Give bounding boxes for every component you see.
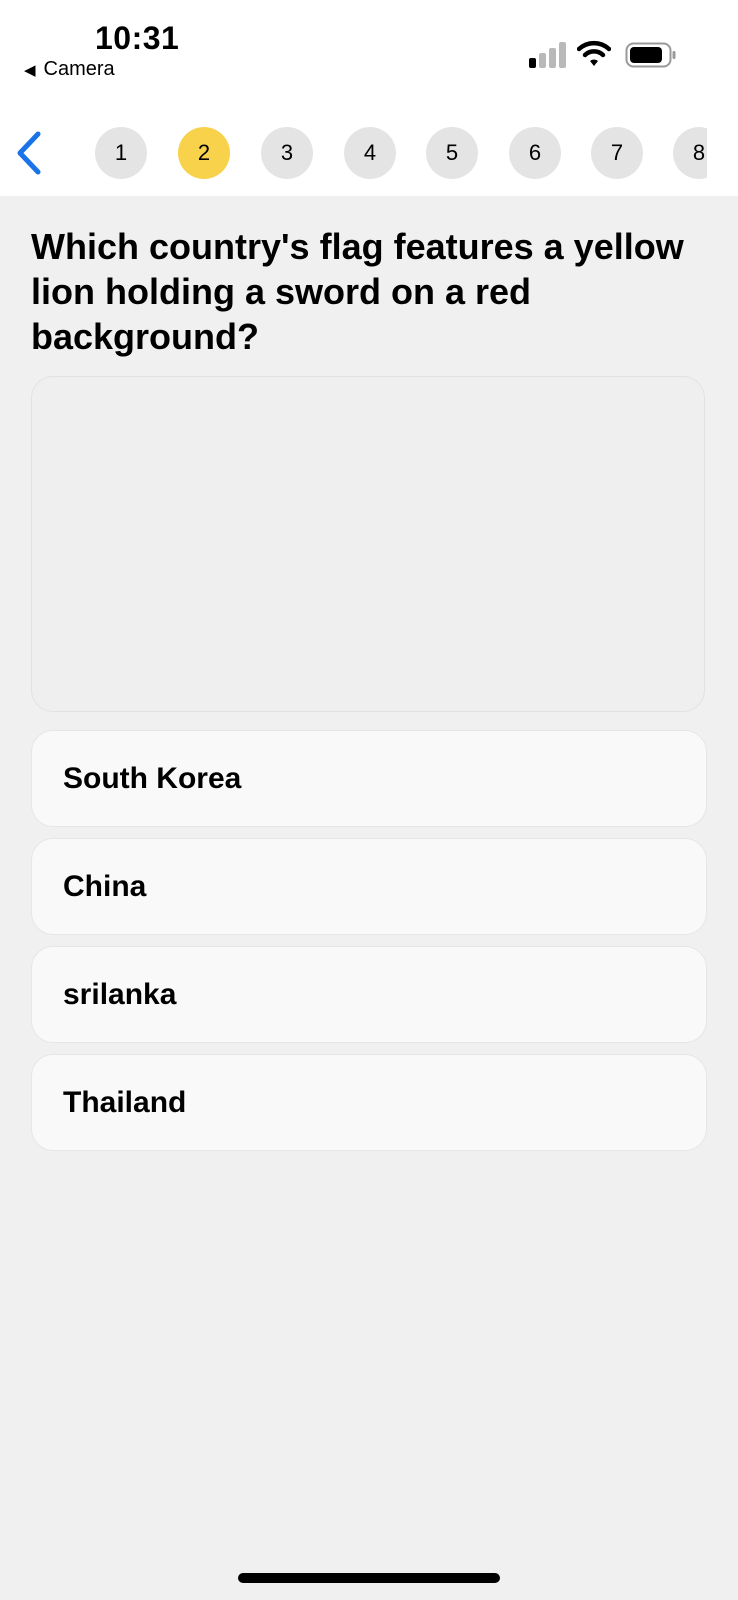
answer-option[interactable]: South Korea — [31, 730, 707, 827]
back-app-label: Camera — [43, 58, 115, 80]
status-time: 10:31 — [95, 20, 180, 56]
step-8-button[interactable]: 8 — [673, 127, 707, 179]
step-5-button[interactable]: 5 — [426, 127, 478, 179]
question-image-placeholder — [31, 376, 705, 712]
answer-option[interactable]: China — [31, 838, 707, 935]
home-indicator — [238, 1573, 500, 1583]
battery-icon — [625, 42, 676, 68]
step-7-button[interactable]: 7 — [591, 127, 643, 179]
step-3-button[interactable]: 3 — [261, 127, 313, 179]
chevron-left-icon[interactable] — [12, 130, 46, 176]
back-triangle-icon: ◀ — [24, 61, 36, 79]
question-text: Which country's flag features a yellow l… — [31, 226, 684, 357]
step-1-button[interactable]: 1 — [95, 127, 147, 179]
back-to-app-link[interactable]: ◀ Camera — [24, 58, 115, 81]
question-nav-bar: 1 2 3 4 5 6 7 8 — [0, 110, 738, 196]
step-4-button[interactable]: 4 — [344, 127, 396, 179]
question-step-list: 1 2 3 4 5 6 7 8 — [95, 127, 707, 181]
status-bar: 10:31 ◀ Camera — [0, 0, 738, 110]
wifi-icon — [577, 40, 611, 66]
step-2-button[interactable]: 2 — [178, 127, 230, 179]
signal-icon — [529, 42, 566, 68]
answer-option[interactable]: srilanka — [31, 946, 707, 1043]
step-6-button[interactable]: 6 — [509, 127, 561, 179]
answer-option[interactable]: Thailand — [31, 1054, 707, 1151]
